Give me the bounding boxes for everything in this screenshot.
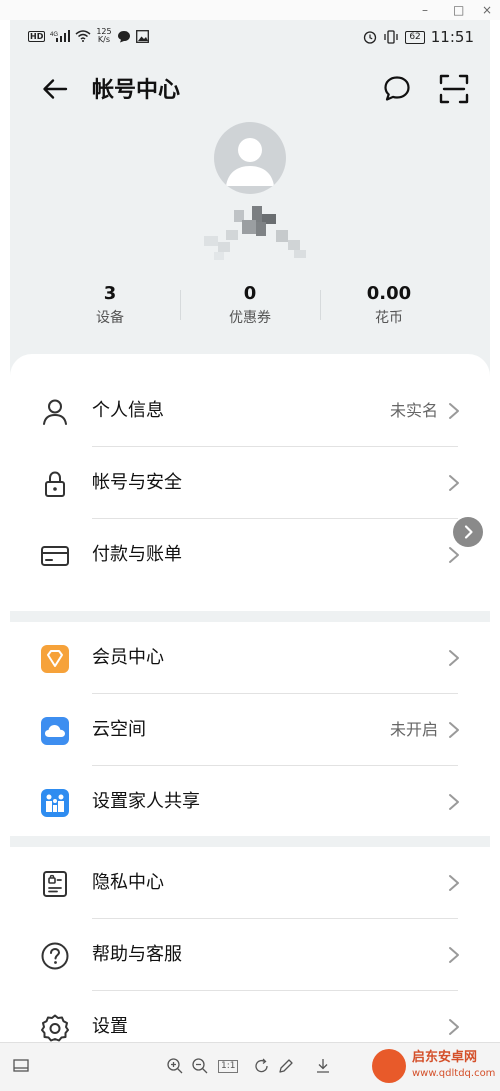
section-gap <box>10 611 490 622</box>
menu-item-label: 云空间 <box>92 719 146 740</box>
lock-icon <box>45 471 65 497</box>
menu-card: 个人信息 未实名 帐号与安全 付款与账单 会员中心 云空间 未开启 设置家人共享… <box>10 354 490 1042</box>
message-icon[interactable] <box>382 74 412 104</box>
menu-item-label: 帮助与客服 <box>92 944 182 965</box>
menu-item-label: 设置 <box>92 1016 128 1037</box>
gear-icon <box>41 1014 69 1042</box>
status-bar: HD 4G 125 K/s 62 11:51 <box>10 20 490 56</box>
chevron-right-icon <box>449 875 459 891</box>
stat-devices[interactable]: 3 设备 <box>40 282 180 330</box>
menu-item-value: 未开启 <box>389 720 438 739</box>
family-icon <box>41 789 69 817</box>
chevron-right-icon <box>449 794 459 810</box>
membership-diamond-icon <box>41 645 69 673</box>
stat-coupons[interactable]: 0 优惠券 <box>180 282 320 330</box>
close-button[interactable]: × <box>482 1 492 19</box>
chevron-right-icon <box>449 947 459 963</box>
floating-next-button[interactable] <box>453 517 483 547</box>
battery-indicator: 62 <box>405 30 425 44</box>
menu-item-label: 隐私中心 <box>92 872 164 893</box>
menu-item-settings[interactable]: 设置 <box>10 991 490 1042</box>
menu-item-help-service[interactable]: 帮助与客服 <box>10 919 490 991</box>
watermark-logo <box>372 1049 406 1083</box>
zoom-out-icon[interactable] <box>191 1057 209 1075</box>
chevron-right-icon <box>449 475 459 491</box>
chat-notification-icon <box>117 30 130 42</box>
actual-size-button[interactable]: 1:1 <box>218 1060 239 1073</box>
chevron-right-icon <box>449 722 459 738</box>
chevron-right-icon <box>464 525 473 539</box>
viewer-title-bar: – □ × <box>0 0 500 20</box>
stat-devices-value: 3 <box>103 283 117 304</box>
cloud-icon <box>41 717 69 745</box>
menu-item-payment-bills[interactable]: 付款与账单 <box>10 519 490 591</box>
menu-item-label: 设置家人共享 <box>92 791 200 812</box>
hd-indicator: HD <box>28 30 46 42</box>
watermark-name: 启东安卓网 <box>412 1050 478 1065</box>
wifi-icon <box>75 30 91 42</box>
stat-devices-label: 设备 <box>96 310 124 326</box>
help-icon <box>41 942 69 970</box>
signal-icon: 4G <box>50 30 71 42</box>
section-gap <box>10 836 490 847</box>
speed-unit: K/s <box>97 35 111 44</box>
svg-text:4G: 4G <box>50 32 58 38</box>
stat-coupons-value: 0 <box>243 283 257 304</box>
avatar[interactable] <box>214 122 286 194</box>
thumbnail-icon[interactable] <box>12 1057 30 1075</box>
minimize-button[interactable]: – <box>422 1 428 19</box>
menu-item-family-sharing[interactable]: 设置家人共享 <box>10 766 490 838</box>
image-notification-icon <box>135 29 149 43</box>
rotate-icon[interactable] <box>253 1057 271 1075</box>
menu-item-label: 个人信息 <box>92 400 164 421</box>
credit-card-icon <box>41 546 69 566</box>
privacy-card-icon <box>43 871 67 897</box>
menu-item-label: 付款与账单 <box>92 544 182 565</box>
chevron-right-icon <box>449 1019 459 1035</box>
download-icon[interactable] <box>314 1057 332 1075</box>
username-pixelated <box>204 206 306 260</box>
status-time: 11:51 <box>430 28 474 46</box>
menu-item-account-security[interactable]: 帐号与安全 <box>10 447 490 519</box>
menu-item-cloud-space[interactable]: 云空间 未开启 <box>10 694 490 766</box>
chevron-right-icon <box>449 403 459 419</box>
page-title: 帐号中心 <box>92 78 181 103</box>
stat-coupons-label: 优惠券 <box>229 310 271 326</box>
menu-item-label: 会员中心 <box>92 647 164 668</box>
phone-screen: HD 4G 125 K/s 62 11:51 帐号中心 3 设备 0 优惠券 0… <box>10 20 490 1042</box>
chevron-right-icon <box>449 650 459 666</box>
default-avatar-icon <box>226 138 274 186</box>
menu-item-membership[interactable]: 会员中心 <box>10 622 490 694</box>
chevron-right-icon <box>449 547 459 563</box>
stats-row: 3 设备 0 优惠券 0.00 花币 <box>10 282 490 332</box>
menu-item-privacy-center[interactable]: 隐私中心 <box>10 847 490 919</box>
scan-icon[interactable] <box>438 73 470 105</box>
zoom-in-icon[interactable] <box>166 1057 184 1075</box>
watermark-url: www.qdltdq.com <box>412 1068 496 1079</box>
menu-item-label: 帐号与安全 <box>92 472 182 493</box>
maximize-button[interactable]: □ <box>453 1 464 19</box>
viewer-toolbar: 1:1 启东安卓网 www.qdltdq.com <box>0 1042 500 1091</box>
alarm-icon <box>364 31 377 44</box>
menu-item-personal-info[interactable]: 个人信息 未实名 <box>10 375 490 447</box>
stat-coins-label: 花币 <box>375 310 403 326</box>
vibrate-icon <box>384 30 398 44</box>
network-speed: 125 K/s <box>96 28 111 44</box>
back-arrow-icon[interactable] <box>40 74 70 104</box>
menu-item-value: 未实名 <box>389 401 438 420</box>
edit-icon[interactable] <box>277 1057 295 1075</box>
stat-coins[interactable]: 0.00 花币 <box>319 282 459 330</box>
person-icon <box>43 399 67 425</box>
stat-coins-value: 0.00 <box>366 283 412 304</box>
